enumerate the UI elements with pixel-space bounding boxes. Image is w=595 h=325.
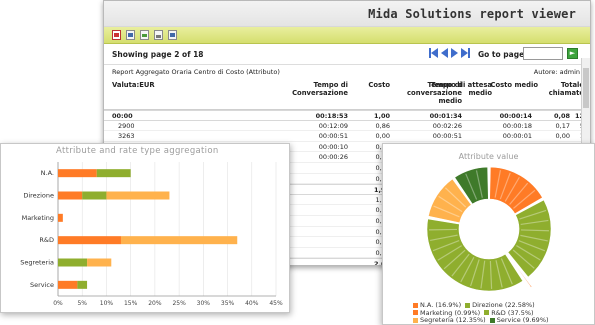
cell-currency: 3263 [118, 132, 135, 141]
legend-item: Segreteria (12.35%) [413, 316, 486, 325]
donut-chart [426, 166, 552, 292]
bar-segment [58, 213, 63, 222]
previous-page-button[interactable] [441, 48, 448, 58]
legend-swatch [413, 317, 418, 323]
cell-talk-time: 00:00:10 [318, 142, 348, 151]
cell-talk-time: 00:00:26 [318, 153, 348, 162]
report-meta: Report Aggregato Oraria Centro di Costo … [104, 64, 590, 78]
legend-label: Segreteria (12.35%) [420, 316, 486, 324]
bar-segment [120, 236, 238, 245]
viewer-toolbar [104, 27, 590, 44]
legend-swatch [484, 310, 490, 315]
cell-avg-wait-time: 00:00:14 [499, 112, 532, 120]
category-label: Service [30, 281, 54, 289]
slice-highlight [520, 229, 549, 232]
bar-segment [87, 258, 112, 267]
legend-label: Service (9.69%) [496, 316, 549, 324]
bar-segment [96, 169, 131, 178]
x-tick-label: 20% [148, 300, 162, 307]
page-indicator: Showing page 2 of 18 [112, 49, 204, 59]
x-tick-label: 15% [124, 300, 138, 307]
bar-segment [82, 191, 107, 200]
settings-icon[interactable] [168, 30, 177, 40]
legend-swatch [413, 302, 418, 308]
cell-cost: 1,00 [373, 112, 390, 120]
viewer-titlebar: Mida Solutions report viewer [104, 1, 590, 27]
bar-chart-panel: Attribute and rate type aggregation 0% 5%… [0, 143, 290, 313]
pdf-icon[interactable] [112, 30, 121, 40]
page-navigation [429, 48, 470, 58]
category-label: Direzione [23, 192, 54, 200]
cell-avg-wait-time: 00:00:18 [502, 121, 532, 130]
x-tick-label: 5% [77, 300, 87, 307]
bar-segment [58, 191, 83, 200]
goto-page-label: Go to page: [478, 50, 528, 59]
print-icon[interactable] [154, 30, 163, 40]
bar-segment [106, 191, 170, 200]
table-summary-row: 00:00 00:18:53 1,00 00:01:34 00:00:14 0,08 12 [104, 110, 590, 121]
x-tick-label: 30% [197, 300, 211, 307]
cell-avg-talk-time: 00:00:51 [432, 132, 462, 141]
cell-avg-talk-time: 00:01:34 [429, 112, 462, 120]
column-header-currency: Valuta:EUR [112, 81, 155, 89]
pager-bar: Showing page 2 of 18 Go to page: ► [104, 44, 590, 64]
go-button[interactable]: ► [567, 48, 578, 59]
category-label: Marketing [22, 214, 54, 222]
donut-legend: N.A. (16.9%) Direzione (22.58%)Marketing … [413, 301, 593, 325]
export-icon[interactable] [140, 30, 149, 40]
report-name: Report Aggregato Oraria Centro di Costo … [112, 68, 280, 76]
x-tick-label: 35% [221, 300, 235, 307]
bar-segment [77, 280, 88, 289]
cell-cost: 0,00 [375, 132, 390, 141]
column-header-avg-cost: Costo medio [490, 81, 538, 89]
table-row: 290000:12:090,8600:02:2600:00:180,175 [104, 121, 590, 132]
legend-swatch [465, 302, 471, 308]
x-tick-label: 40% [245, 300, 259, 307]
bar-segment [58, 169, 97, 178]
bar-chart: 0% 5% 10% 15% 20% 25% 30% 35% 40% 45% N.A. Direzion… [20, 162, 283, 307]
goto-page-input[interactable] [523, 47, 563, 60]
donut-chart-panel: Attribute value N.A. (16.9%) Direzione (2… [382, 143, 595, 325]
legend-swatch [413, 310, 418, 315]
cell-talk-time: 00:00:51 [318, 132, 348, 141]
document-icon[interactable] [126, 30, 135, 40]
legend-swatch [489, 317, 495, 323]
x-tick-label: 45% [269, 300, 283, 307]
report-author: Autore: admin [533, 68, 580, 76]
column-header-avg-wait-time: Tempo di attesa medio [430, 81, 492, 97]
cell-cost: 0,86 [375, 121, 390, 130]
bar-segment [58, 236, 121, 245]
legend-item: Service (9.69%) [489, 316, 549, 325]
first-page-button[interactable] [429, 48, 438, 58]
cell-talk-time: 00:12:09 [318, 121, 348, 130]
column-header-cost: Costo [368, 81, 390, 89]
category-label: R&D [39, 236, 54, 244]
table-row: 326300:00:510,0000:00:5100:00:010,001 [104, 131, 590, 142]
category-label: N.A. [41, 169, 54, 177]
cell-avg-talk-time: 00:02:26 [432, 121, 462, 130]
viewer-title: Mida Solutions report viewer [368, 6, 576, 21]
last-page-button[interactable] [461, 48, 470, 58]
x-tick-label: 10% [100, 300, 114, 307]
cell-talk-time: 00:18:53 [315, 112, 348, 120]
cell-currency: 00:00 [112, 112, 133, 120]
column-header-talk-time: Tempo di Conversazione [292, 81, 348, 97]
table-header: Valuta:EUR Tempo di Conversazione Costo … [104, 78, 590, 110]
x-tick-label: 25% [172, 300, 186, 307]
cell-avg-wait-time: 00:00:01 [502, 132, 532, 141]
next-page-button[interactable] [451, 48, 458, 58]
category-label: Segreteria [20, 259, 54, 267]
bar-segment [58, 280, 78, 289]
cell-currency: 2900 [118, 121, 135, 130]
bar-segment [58, 258, 88, 267]
column-header-total-calls: Totale chiamate [548, 81, 584, 97]
x-tick-label: 0% [53, 300, 63, 307]
